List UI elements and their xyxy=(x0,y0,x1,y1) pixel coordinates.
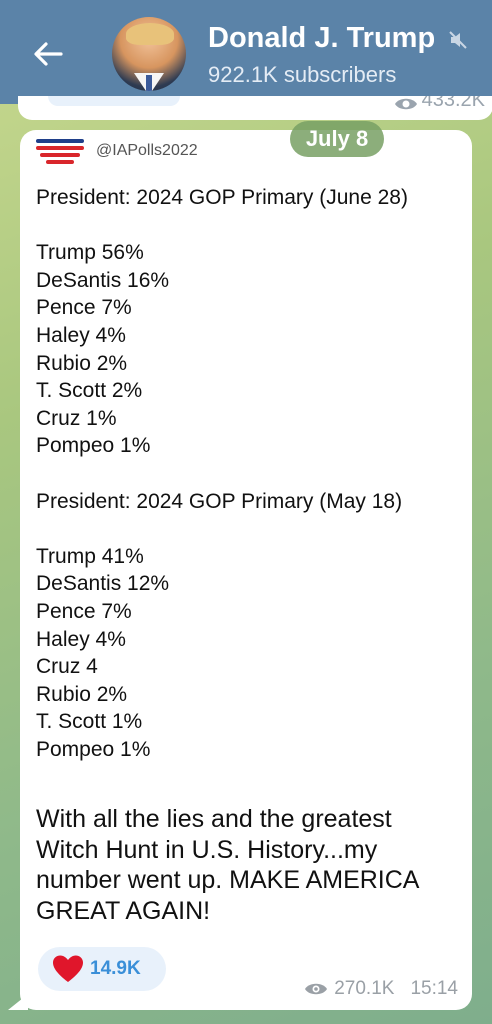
poll-result-line: Pompeo 1% xyxy=(36,434,151,458)
eye-icon xyxy=(305,983,328,995)
poll-result-line: Trump 41% xyxy=(36,544,144,568)
poll-title-june: President: 2024 GOP Primary (June 28) xyxy=(36,186,408,209)
poll-result-line: Pence 7% xyxy=(36,296,132,320)
closing-text: With all the lies and the greatest Witch… xyxy=(36,804,466,926)
poll-text: President: 2024 GOP Primary (June 28) Tr… xyxy=(36,184,464,763)
back-button[interactable] xyxy=(26,34,70,74)
previous-reaction-pill[interactable] xyxy=(48,96,180,106)
poll-result-line: Haley 4% xyxy=(36,627,126,651)
message-meta: 270.1K 15:14 xyxy=(304,978,458,1000)
closing-line: number went up. MAKE AMERICA xyxy=(36,866,420,894)
closing-line: With all the lies and the greatest xyxy=(36,805,392,833)
channel-header: Donald J. Trump 922.1K subscribers xyxy=(0,0,492,104)
previous-views-count: 433.2K xyxy=(421,96,485,111)
poll-title-may: President: 2024 GOP Primary (May 18) xyxy=(36,489,403,513)
channel-title[interactable]: Donald J. Trump xyxy=(208,22,435,55)
heart-reaction-button[interactable]: 14.9K xyxy=(38,947,166,991)
poll-result-line: T. Scott 2% xyxy=(36,379,143,403)
poll-source-handle: @IAPolls2022 xyxy=(96,142,198,159)
reaction-count: 14.9K xyxy=(90,958,141,979)
closing-line: Witch Hunt in U.S. History...my xyxy=(36,835,378,864)
view-count: 270.1K xyxy=(334,978,395,999)
date-pill: July 8 xyxy=(290,121,384,157)
bubble-tail xyxy=(8,994,28,1010)
arrow-left-icon xyxy=(34,42,63,66)
poll-result-line: Cruz 4 xyxy=(36,655,98,679)
poll-result-line: Cruz 1% xyxy=(36,406,117,430)
red-heart-icon xyxy=(53,955,83,982)
poll-result-line: T. Scott 1% xyxy=(36,710,143,734)
poll-result-line: Pence 7% xyxy=(36,599,132,623)
closing-line: GREAT AGAIN! xyxy=(36,896,211,925)
poll-result-line: DeSantis 16% xyxy=(36,268,170,292)
subscriber-count: 922.1K subscribers xyxy=(208,62,397,87)
eye-icon xyxy=(394,98,417,110)
poll-result-line: Rubio 2% xyxy=(36,351,128,375)
poll-result-line: DeSantis 12% xyxy=(36,572,170,596)
channel-avatar[interactable] xyxy=(112,17,186,91)
poll-result-line: Pompeo 1% xyxy=(36,737,151,761)
previous-message-bubble[interactable]: 433.2K xyxy=(18,96,492,120)
us-flag-logo-icon xyxy=(36,139,84,164)
poll-result-line: Haley 4% xyxy=(36,323,126,347)
message-time: 15:14 xyxy=(410,978,458,999)
muted-speaker-icon xyxy=(449,31,467,49)
poll-result-line: Rubio 2% xyxy=(36,682,128,706)
poll-result-line: Trump 56% xyxy=(36,241,144,265)
previous-message-views: 433.2K xyxy=(394,96,485,112)
